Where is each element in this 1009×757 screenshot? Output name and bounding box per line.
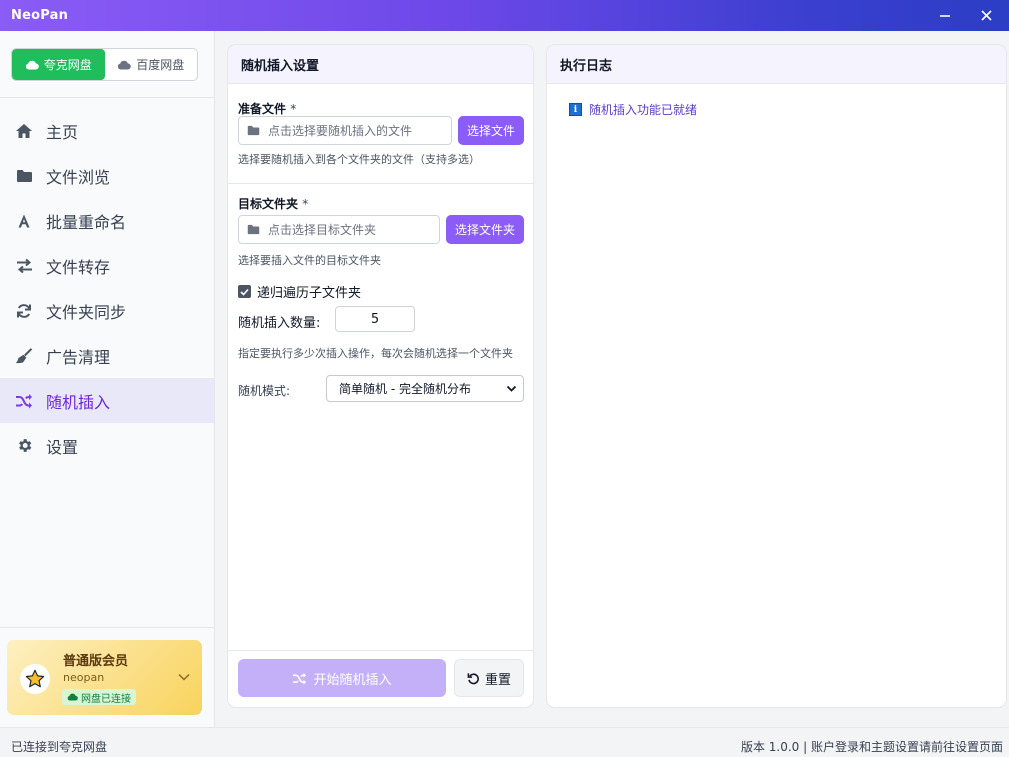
cloud-icon — [67, 693, 78, 701]
folder-icon — [247, 224, 260, 235]
sidebar-item-batch-rename[interactable]: 批量重命名 — [0, 198, 214, 243]
sync-icon — [15, 302, 33, 320]
minimize-icon — [940, 14, 950, 17]
sidebar-item-ad-cleanup[interactable]: 广告清理 — [0, 333, 214, 378]
connection-badge: 网盘已连接 — [62, 689, 136, 705]
sidebar-nav: 主页 文件浏览 批量重命名 文件转存 文件夹同步 广告清理 随机插入 设置 — [0, 108, 214, 468]
sidebar-item-label: 设置 — [46, 437, 79, 457]
random-mode-select[interactable]: 简单随机 - 完全随机分布 — [326, 375, 524, 402]
log-entry: i 随机插入功能已就绪 — [569, 101, 697, 118]
sidebar-item-settings[interactable]: 设置 — [0, 423, 214, 468]
sidebar-divider — [0, 627, 214, 628]
drive-option-baidu[interactable]: 百度网盘 — [105, 49, 198, 80]
app-title: NeoPan — [11, 8, 69, 23]
target-folder-label-text: 目标文件夹 — [238, 197, 299, 211]
random-insert-settings-panel: 随机插入设置 准备文件 * 点击选择要随机插入的文件 选择文件 选择要随机插入到… — [227, 44, 534, 708]
sidebar-item-home[interactable]: 主页 — [0, 108, 214, 153]
shuffle-icon — [293, 672, 307, 685]
sidebar-item-label: 文件夹同步 — [46, 302, 127, 322]
insert-count-hint: 指定要执行多少次插入操作，每次会随机选择一个文件夹 — [238, 347, 513, 360]
checkmark-icon — [240, 288, 249, 296]
prepare-file-placeholder: 点击选择要随机插入的文件 — [268, 124, 413, 138]
gear-icon — [15, 437, 33, 455]
chevron-down-icon — [178, 670, 190, 684]
sidebar-item-label: 批量重命名 — [46, 212, 127, 232]
sidebar-item-label: 广告清理 — [46, 347, 111, 367]
version-info-text: 版本 1.0.0 | 账户登录和主题设置请前往设置页面 — [740, 740, 1003, 754]
recursive-label: 递归遍历子文件夹 — [257, 286, 362, 301]
drive-switch: 夸克网盘 百度网盘 — [11, 48, 198, 81]
choose-file-button[interactable]: 选择文件 — [458, 116, 524, 145]
start-button-label: 开始随机插入 — [313, 672, 392, 688]
sidebar-item-folder-sync[interactable]: 文件夹同步 — [0, 288, 214, 333]
sidebar-item-label: 文件转存 — [46, 257, 111, 277]
sidebar-item-label: 主页 — [46, 122, 79, 142]
star-icon — [20, 664, 50, 694]
panel-title: 执行日志 — [547, 45, 1006, 84]
broom-icon — [15, 347, 33, 365]
sidebar-item-random-insert[interactable]: 随机插入 — [0, 378, 214, 423]
shuffle-icon — [15, 392, 33, 410]
folder-icon — [247, 125, 260, 136]
choose-folder-button[interactable]: 选择文件夹 — [446, 215, 524, 244]
cloud-icon — [25, 60, 39, 70]
drive-option-quark[interactable]: 夸克网盘 — [12, 49, 105, 80]
member-tier: 普通版会员 — [63, 654, 129, 669]
folder-icon — [15, 167, 33, 185]
title-bar: NeoPan — [0, 0, 1009, 31]
sidebar: 夸克网盘 百度网盘 主页 文件浏览 批量重命名 文件转存 文件夹同步 广告清理 … — [0, 31, 215, 727]
reset-button[interactable]: 重置 — [454, 659, 524, 697]
start-random-insert-button[interactable]: 开始随机插入 — [238, 659, 446, 697]
transfer-icon — [15, 257, 33, 275]
prepare-file-hint: 选择要随机插入到各个文件夹的文件（支持多选） — [238, 153, 480, 166]
prepare-file-input[interactable]: 点击选择要随机插入的文件 — [238, 116, 452, 145]
info-icon: i — [569, 103, 582, 116]
member-card[interactable]: 普通版会员 neopan 网盘已连接 — [7, 640, 202, 715]
insert-count-label: 随机插入数量: — [238, 316, 321, 331]
target-folder-hint: 选择要插入文件的目标文件夹 — [238, 254, 381, 267]
connection-status: 网盘已连接 — [81, 693, 131, 705]
sidebar-divider — [0, 97, 214, 98]
reset-icon — [467, 672, 479, 684]
drive-option-label: 百度网盘 — [136, 58, 185, 72]
panel-title: 随机插入设置 — [228, 45, 533, 84]
cloud-icon — [118, 60, 132, 70]
chevron-down-icon — [506, 385, 517, 392]
footer-divider — [228, 650, 533, 651]
prepare-file-label-text: 准备文件 — [238, 102, 287, 116]
target-folder-placeholder: 点击选择目标文件夹 — [268, 223, 377, 237]
close-icon — [980, 10, 992, 21]
letter-a-icon — [15, 212, 33, 230]
log-entry-text: 随机插入功能已就绪 — [589, 103, 698, 117]
required-mark: * — [290, 102, 297, 116]
prepare-file-label: 准备文件 * — [238, 100, 296, 117]
sidebar-item-transfer[interactable]: 文件转存 — [0, 243, 214, 288]
sidebar-item-label: 随机插入 — [46, 392, 111, 412]
status-bar: 已连接到夸克网盘 版本 1.0.0 | 账户登录和主题设置请前往设置页面 — [0, 727, 1009, 757]
recursive-checkbox-row[interactable]: 递归遍历子文件夹 — [238, 282, 361, 301]
recursive-checkbox[interactable] — [238, 285, 251, 298]
close-button[interactable] — [968, 0, 1004, 31]
random-mode-label: 随机模式: — [238, 384, 291, 398]
target-folder-input[interactable]: 点击选择目标文件夹 — [238, 215, 440, 244]
execution-log-panel: 执行日志 i 随机插入功能已就绪 — [546, 44, 1007, 708]
target-folder-label: 目标文件夹 * — [238, 195, 308, 212]
reset-button-label: 重置 — [484, 672, 511, 688]
home-icon — [15, 122, 33, 140]
sidebar-item-file-browse[interactable]: 文件浏览 — [0, 153, 214, 198]
connection-status-text: 已连接到夸克网盘 — [11, 740, 108, 754]
required-mark: * — [302, 197, 309, 211]
drive-option-label: 夸克网盘 — [43, 58, 92, 72]
insert-count-input[interactable]: 5 — [335, 306, 415, 332]
minimize-button[interactable] — [927, 0, 963, 31]
random-mode-value: 简单随机 - 完全随机分布 — [339, 382, 471, 396]
member-username: neopan — [63, 671, 105, 684]
section-divider — [228, 183, 533, 184]
sidebar-item-label: 文件浏览 — [46, 167, 111, 187]
